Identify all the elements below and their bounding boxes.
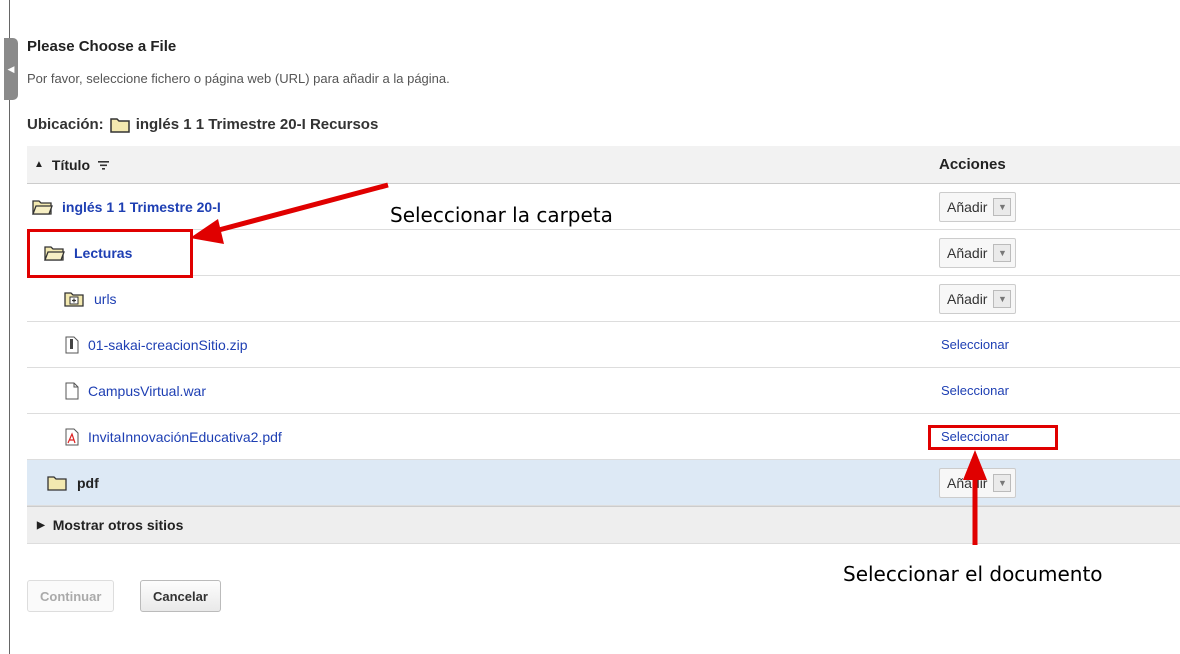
annotation-folder-note: Seleccionar la carpeta (390, 203, 613, 227)
arrow-head-folder (190, 219, 224, 244)
annotation-document-note: Seleccionar el documento (843, 562, 1103, 586)
annotation-arrows (190, 182, 987, 545)
arrow-head-document (963, 450, 987, 480)
arrow-line-folder (214, 182, 389, 234)
